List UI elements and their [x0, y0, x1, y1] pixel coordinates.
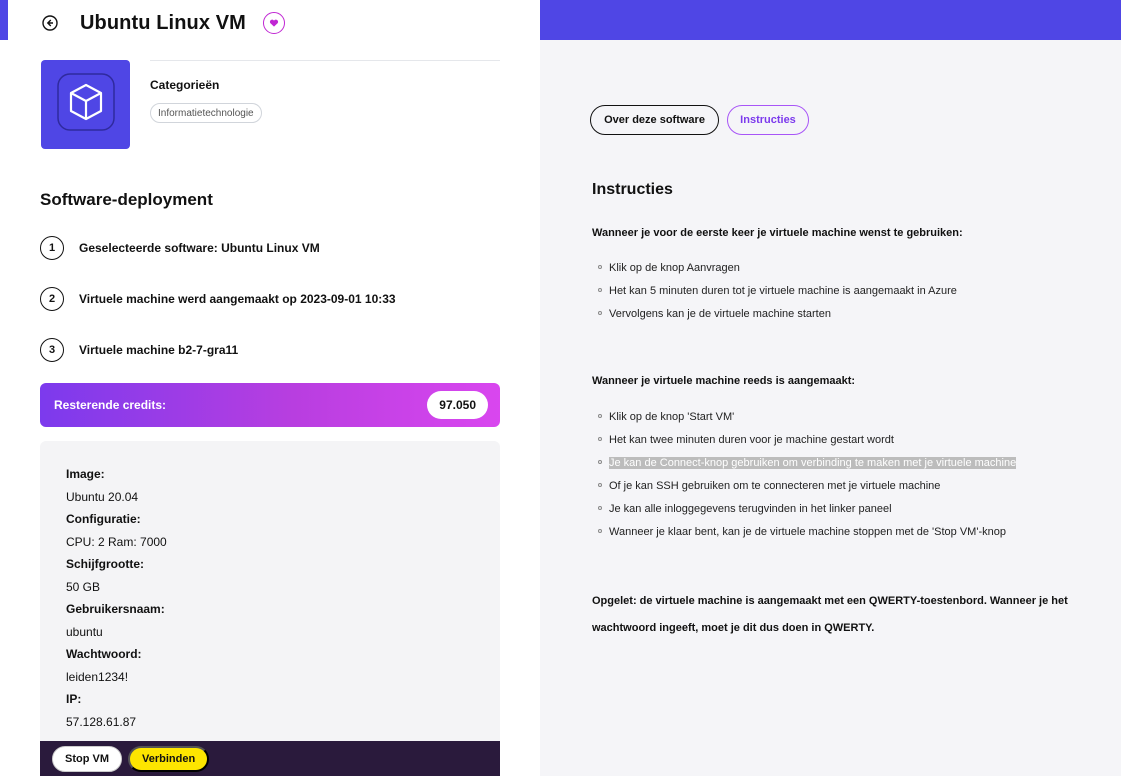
- instructions-title: Instructies: [592, 181, 673, 198]
- deployment-step: 2 Virtuele machine werd aangemaakt op 20…: [40, 287, 396, 311]
- vm-info-card: Image: Ubuntu 20.04 Configuratie: CPU: 2…: [40, 441, 500, 741]
- username-label: Gebruikersnaam:: [66, 602, 165, 616]
- list-item: Klik op de knop 'Start VM': [598, 406, 1016, 429]
- image-value: Ubuntu 20.04: [66, 489, 139, 504]
- bullet-icon: [598, 265, 602, 270]
- step-number: 1: [40, 236, 64, 260]
- top-banner: [540, 0, 1121, 40]
- ip-label: IP:: [66, 692, 82, 706]
- connect-button[interactable]: Verbinden: [128, 745, 210, 772]
- title-row: Ubuntu Linux VM: [40, 8, 285, 38]
- cube-icon: [55, 71, 117, 138]
- config-value: CPU: 2 Ram: 7000: [66, 534, 167, 549]
- credits-value: 97.050: [427, 391, 488, 419]
- stop-vm-button[interactable]: Stop VM: [52, 745, 122, 772]
- qwerty-note: Opgelet: de virtuele machine is aangemaa…: [592, 595, 1068, 634]
- deployment-step: 1 Geselecteerde software: Ubuntu Linux V…: [40, 236, 320, 260]
- bullet-icon: [598, 311, 602, 316]
- list-item: Of je kan SSH gebruiken om te connectere…: [598, 475, 1016, 498]
- step-number: 3: [40, 338, 64, 362]
- categories-label: Categorieën: [150, 78, 220, 92]
- existing-vm-heading: Wanneer je virtuele machine reeds is aan…: [592, 375, 856, 387]
- bullet-icon: [598, 460, 602, 465]
- password-value: leiden1234!: [66, 669, 129, 684]
- app-icon-tile: [41, 60, 130, 149]
- disk-label: Schijfgrootte:: [66, 557, 144, 571]
- credits-label: Resterende credits:: [54, 398, 167, 412]
- config-label: Configuratie:: [66, 512, 141, 526]
- step-number: 2: [40, 287, 64, 311]
- favorite-heart-icon[interactable]: [262, 12, 285, 34]
- back-icon[interactable]: [40, 13, 60, 33]
- tab-instructions[interactable]: Instructies: [727, 105, 809, 135]
- step-text: Geselecteerde software: Ubuntu Linux VM: [79, 241, 320, 255]
- list-item: Je kan alle inloggegevens terugvinden in…: [598, 498, 1016, 521]
- bullet-icon: [598, 506, 602, 511]
- left-accent-bar: [0, 0, 8, 40]
- deployment-step: 3 Virtuele machine b2-7-gra11: [40, 338, 238, 362]
- categories-divider: [150, 60, 500, 61]
- bullet-icon: [598, 483, 602, 488]
- existing-vm-list: Klik op de knop 'Start VM' Het kan twee …: [598, 406, 1017, 544]
- list-item: Het kan 5 minuten duren tot je virtuele …: [598, 280, 957, 303]
- list-item: Het kan twee minuten duren voor je machi…: [598, 429, 1016, 452]
- list-item: Je kan de Connect-knop gebruiken om verb…: [598, 452, 1017, 475]
- first-use-heading: Wanneer je voor de eerste keer je virtue…: [592, 227, 963, 239]
- list-item: Klik op de knop Aanvragen: [598, 257, 957, 280]
- bullet-icon: [598, 437, 602, 442]
- password-label: Wachtwoord:: [66, 647, 142, 661]
- bullet-icon: [598, 414, 602, 419]
- bullet-icon: [598, 529, 602, 534]
- page-title: Ubuntu Linux VM: [80, 11, 246, 34]
- deployment-title: Software-deployment: [40, 190, 213, 209]
- step-text: Virtuele machine b2-7-gra11: [79, 343, 239, 357]
- first-use-list: Klik op de knop Aanvragen Het kan 5 minu…: [598, 257, 957, 326]
- list-item: Wanneer je klaar bent, kan je de virtuel…: [598, 521, 1016, 544]
- selected-text: Je kan de Connect-knop gebruiken om verb…: [609, 457, 1017, 469]
- ip-value: 57.128.61.87: [66, 714, 137, 729]
- list-item: Vervolgens kan je de virtuele machine st…: [598, 303, 957, 326]
- username-value: ubuntu: [66, 624, 103, 639]
- vm-action-bar: Stop VM Verbinden: [40, 741, 500, 776]
- disk-value: 50 GB: [66, 579, 101, 594]
- tab-about-software[interactable]: Over deze software: [590, 105, 719, 135]
- step-text: Virtuele machine werd aangemaakt op 2023…: [79, 292, 396, 306]
- category-tag: Informatietechnologie: [150, 103, 262, 123]
- image-label: Image:: [66, 467, 105, 481]
- bullet-icon: [598, 288, 602, 293]
- vm-info-list: Image: Ubuntu 20.04 Configuratie: CPU: 2…: [66, 463, 167, 733]
- right-panel: Over deze software Instructies Instructi…: [540, 0, 1121, 776]
- credits-bar: Resterende credits: 97.050: [40, 383, 500, 427]
